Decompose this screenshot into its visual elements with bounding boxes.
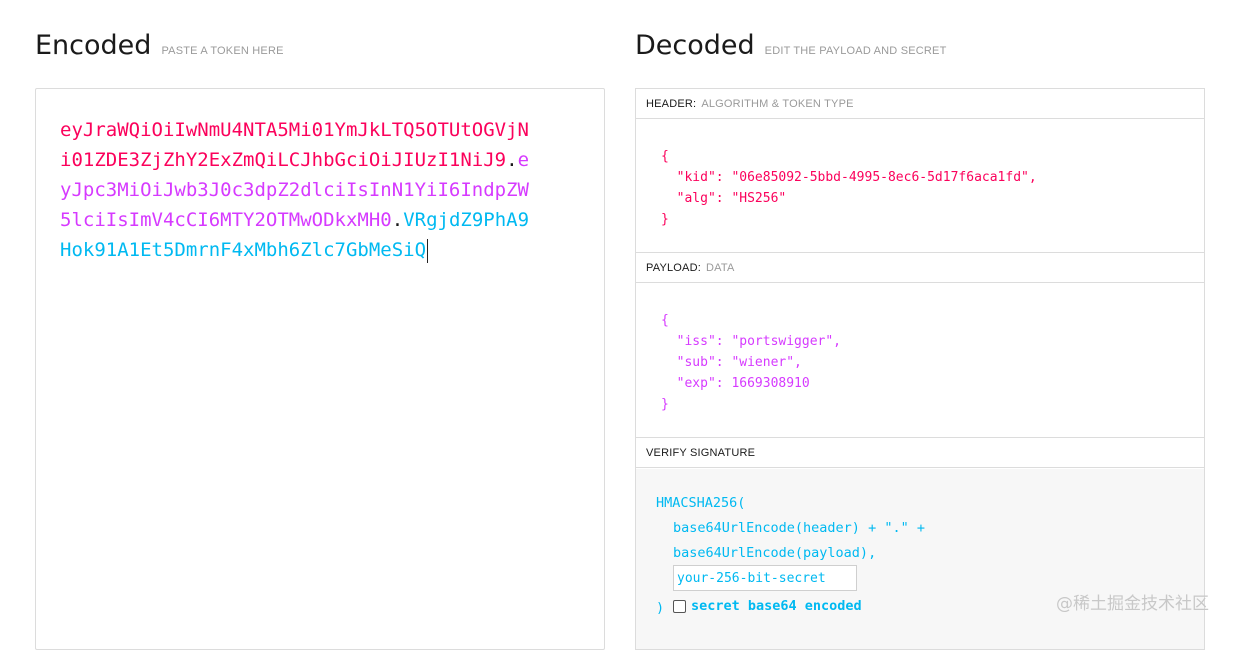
- header-section-title: HEADER: ALGORITHM & TOKEN TYPE: [636, 89, 1204, 119]
- watermark-text: @稀土掘金技术社区: [1056, 594, 1209, 614]
- encoded-title: Encoded: [35, 30, 152, 61]
- decoded-panel: HEADER: ALGORITHM & TOKEN TYPE { "kid": …: [635, 88, 1205, 650]
- base64-checkbox[interactable]: [673, 600, 686, 613]
- encode-payload-line: base64UrlEncode(payload),: [673, 545, 877, 561]
- json-line: {: [661, 313, 669, 328]
- token-dot: .: [391, 209, 404, 231]
- header-json-editor[interactable]: { "kid": "06e85092-5bbd-4995-8ec6-5d17f6…: [636, 120, 1204, 253]
- encoded-token-editor[interactable]: eyJraWQiOiIwNmU4NTA5Mi01YmJkLTQ5OTUtOGVj…: [35, 88, 605, 650]
- closing-paren: ): [656, 600, 665, 616]
- encoded-heading: Encoded PASTE A TOKEN HERE: [35, 30, 284, 61]
- verify-label: VERIFY SIGNATURE: [646, 446, 756, 459]
- hmac-function: HMACSHA256(: [656, 495, 746, 511]
- token-text[interactable]: eyJraWQiOiIwNmU4NTA5Mi01YmJkLTQ5OTUtOGVj…: [60, 115, 540, 265]
- json-line: "sub": "wiener",: [661, 355, 802, 370]
- json-line: {: [661, 149, 669, 164]
- decoded-subtitle: EDIT THE PAYLOAD AND SECRET: [764, 45, 947, 57]
- json-line: }: [661, 397, 669, 412]
- verify-signature-body: HMACSHA256( base64UrlEncode(header) + ".…: [636, 469, 1204, 649]
- header-sublabel: ALGORITHM & TOKEN TYPE: [701, 97, 854, 110]
- payload-label: PAYLOAD:: [646, 261, 701, 274]
- payload-section-title: PAYLOAD: DATA: [636, 253, 1204, 283]
- payload-json-editor[interactable]: { "iss": "portswigger", "sub": "wiener",…: [636, 284, 1204, 438]
- token-header-part: eyJraWQiOiIwNmU4NTA5Mi01YmJkLTQ5OTUtOGVj…: [60, 119, 529, 171]
- json-line: "iss": "portswigger",: [661, 334, 842, 349]
- decoded-title: Decoded: [635, 30, 755, 61]
- json-line: }: [661, 212, 669, 227]
- json-line: "alg": "HS256": [661, 191, 787, 206]
- json-line: "exp": 1669308910: [661, 376, 810, 391]
- encoded-subtitle: PASTE A TOKEN HERE: [161, 45, 284, 57]
- secret-input[interactable]: [673, 565, 857, 591]
- payload-sublabel: DATA: [706, 261, 735, 274]
- text-cursor: [427, 238, 429, 263]
- token-dot: .: [506, 149, 518, 171]
- verify-section-title: VERIFY SIGNATURE: [636, 438, 1204, 468]
- decoded-heading: Decoded EDIT THE PAYLOAD AND SECRET: [635, 30, 947, 61]
- json-line: "kid": "06e85092-5bbd-4995-8ec6-5d17f6ac…: [661, 170, 1037, 185]
- encode-header-line: base64UrlEncode(header) + "." +: [673, 520, 925, 536]
- header-label: HEADER:: [646, 97, 697, 110]
- base64-checkbox-label[interactable]: secret base64 encoded: [691, 598, 862, 614]
